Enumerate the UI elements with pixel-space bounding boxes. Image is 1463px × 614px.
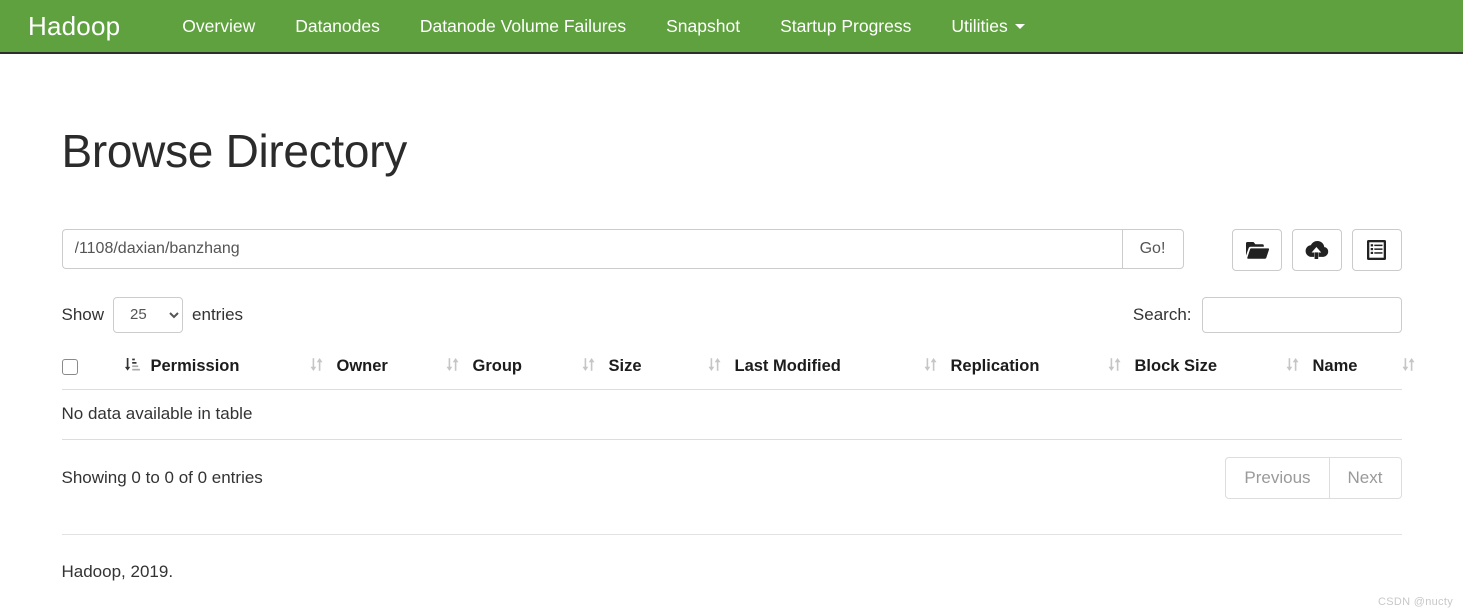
column-header-block-size-label: Block Size <box>1134 357 1218 376</box>
page-title: Browse Directory <box>61 125 408 177</box>
sort-icon <box>1402 357 1418 377</box>
nav-item-overview[interactable]: Overview <box>162 1 275 51</box>
nav-item-datanode-volume-failures-label: Datanode Volume Failures <box>419 16 627 36</box>
files-table-head: Permission Owner Group Size Last Modifie… <box>61 346 1414 390</box>
column-header-owner[interactable]: Owner <box>309 346 446 390</box>
nav-item-startup-progress[interactable]: Startup Progress <box>760 1 931 51</box>
main-container: Browse Directory Go! <box>32 126 1432 582</box>
select-all-header[interactable] <box>61 346 124 390</box>
nav-item-datanode-volume-failures[interactable]: Datanode Volume Failures <box>400 1 646 51</box>
entries-label: entries <box>192 304 244 324</box>
column-header-group[interactable]: Group <box>445 346 582 390</box>
search-control: Search: <box>1132 296 1402 333</box>
upload-files-button[interactable] <box>1291 228 1342 271</box>
table-controls: Show 2550100 entries Search: <box>61 296 1402 333</box>
search-input[interactable] <box>1201 296 1402 333</box>
sort-icon <box>446 357 462 377</box>
sort-icon <box>924 357 940 377</box>
clipboard-list-icon <box>1366 239 1387 261</box>
search-label: Search: <box>1132 304 1192 324</box>
watermark: CSDN @nucty <box>1378 596 1453 608</box>
path-bar-row: Go! <box>61 228 1402 271</box>
files-table: Permission Owner Group Size Last Modifie… <box>61 346 1414 440</box>
pagination-info: Showing 0 to 0 of 0 entries <box>61 467 263 487</box>
nav-item-startup-progress-label: Startup Progress <box>780 16 912 36</box>
path-action-buttons <box>1231 228 1402 271</box>
column-header-name-label: Name <box>1312 357 1358 376</box>
entries-per-page-select[interactable]: 2550100 <box>113 296 184 333</box>
pagination-controls: Previous Next <box>1225 456 1402 499</box>
sort-icon <box>582 357 598 377</box>
column-header-permission[interactable]: Permission <box>123 346 310 390</box>
sort-icon <box>310 357 326 377</box>
brand-logo-hadoop[interactable]: Hadoop <box>28 11 120 42</box>
column-header-group-label: Group <box>472 357 523 376</box>
table-empty-row: No data available in table <box>61 389 1402 440</box>
next-page-button[interactable]: Next <box>1328 456 1402 499</box>
directory-path-input[interactable] <box>61 228 1122 269</box>
nav-item-datanodes[interactable]: Datanodes <box>275 1 400 51</box>
nav-item-overview-label: Overview <box>182 16 256 36</box>
folder-open-icon <box>1245 240 1269 260</box>
navbar-links: Overview Datanodes Datanode Volume Failu… <box>162 1 1045 51</box>
column-header-size[interactable]: Size <box>581 346 708 390</box>
nav-item-utilities-label: Utilities <box>951 16 1008 36</box>
column-header-permission-label: Permission <box>150 357 240 376</box>
cloud-upload-icon <box>1304 239 1329 260</box>
column-header-replication-label: Replication <box>950 357 1040 376</box>
files-table-header-row: Permission Owner Group Size Last Modifie… <box>61 346 1414 390</box>
column-header-owner-label: Owner <box>336 357 388 376</box>
nav-item-utilities[interactable]: Utilities <box>931 1 1044 51</box>
nav-item-snapshot[interactable]: Snapshot <box>646 1 760 51</box>
nav-item-snapshot-label: Snapshot <box>666 16 741 36</box>
create-directory-button[interactable] <box>1231 228 1282 271</box>
page-length-control: Show 2550100 entries <box>61 296 244 333</box>
nav-item-datanodes-label: Datanodes <box>295 16 380 36</box>
sort-amount-desc-icon <box>124 357 140 377</box>
go-button[interactable]: Go! <box>1121 228 1184 269</box>
sort-icon <box>1286 357 1302 377</box>
column-header-last-modified-label: Last Modified <box>734 357 841 376</box>
footer-copyright: Hadoop, 2019. <box>61 561 174 581</box>
select-all-checkbox[interactable] <box>61 358 78 375</box>
top-navbar: Hadoop Overview Datanodes Datanode Volum… <box>0 0 1463 54</box>
column-header-name[interactable]: Name <box>1285 346 1402 390</box>
column-header-size-label: Size <box>608 357 642 376</box>
column-header-replication[interactable]: Replication <box>923 346 1108 390</box>
chevron-down-icon <box>1014 24 1025 29</box>
files-table-body: No data available in table <box>61 389 1402 440</box>
table-empty-message: No data available in table <box>61 389 1402 440</box>
sort-icon <box>708 357 724 377</box>
previous-page-button[interactable]: Previous <box>1225 456 1329 499</box>
table-footer: Showing 0 to 0 of 0 entries Previous Nex… <box>61 456 1402 499</box>
path-input-group: Go! <box>61 228 1184 269</box>
sort-icon <box>1108 357 1124 377</box>
show-label: Show <box>61 304 105 324</box>
footer-divider <box>61 533 1402 535</box>
cut-paste-button[interactable] <box>1351 228 1402 271</box>
column-header-last-modified[interactable]: Last Modified <box>707 346 924 390</box>
column-header-block-size[interactable]: Block Size <box>1107 346 1286 390</box>
